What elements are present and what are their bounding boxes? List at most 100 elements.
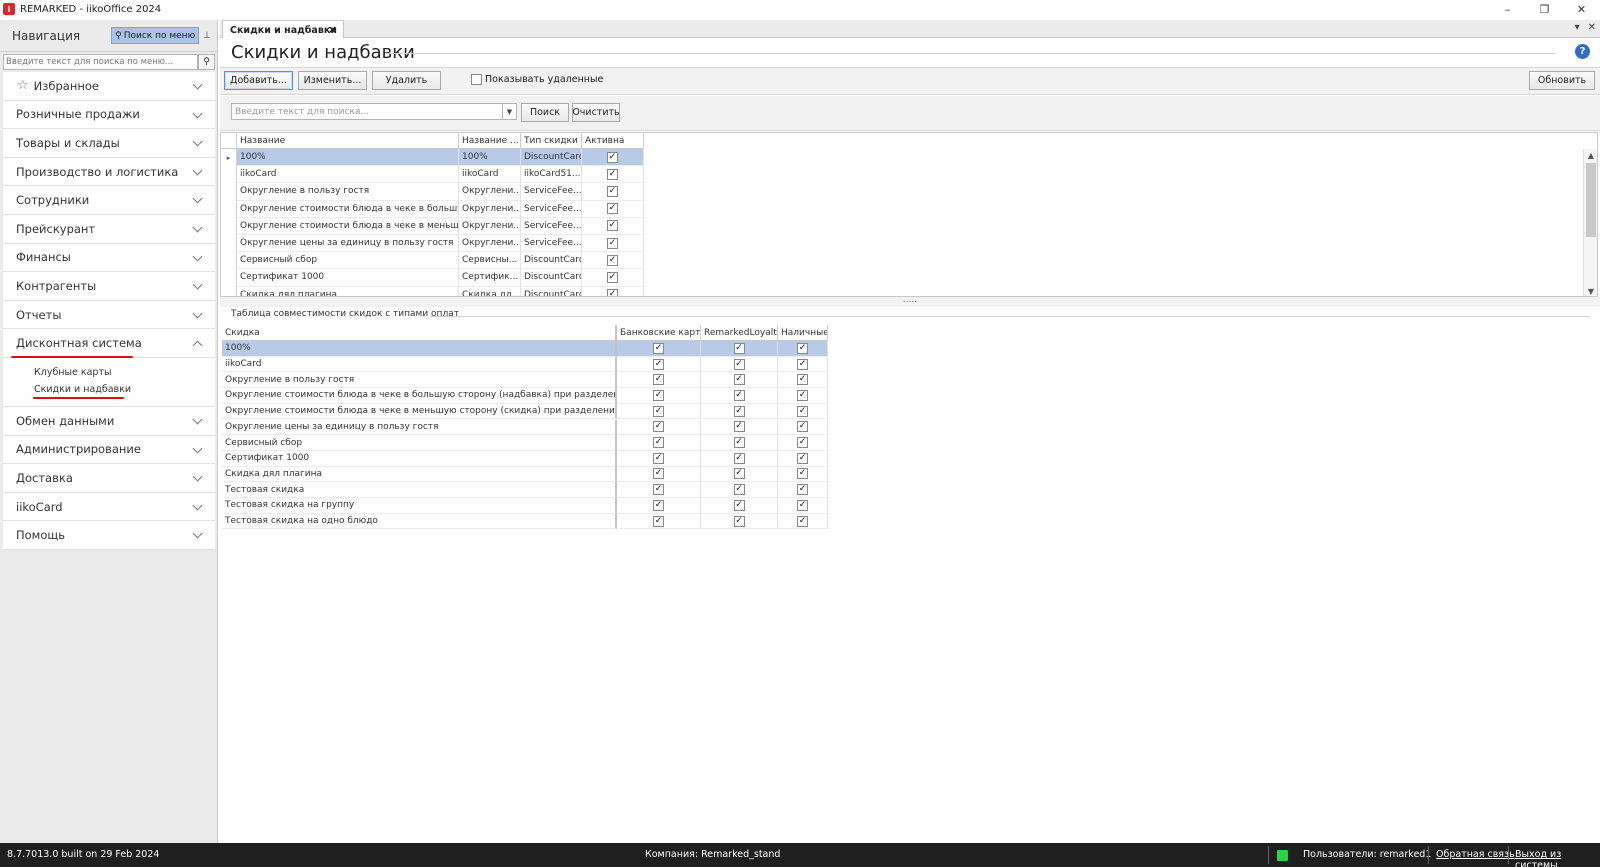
active-checkbox[interactable]: ✓ xyxy=(607,220,618,232)
payment-compat-checkbox[interactable]: ✓ xyxy=(653,405,664,417)
payment-compat-checkbox[interactable]: ✓ xyxy=(797,499,808,511)
feedback-link[interactable]: Обратная связь xyxy=(1436,849,1515,860)
payment-compat-checkbox[interactable]: ✓ xyxy=(797,389,808,401)
active-checkbox[interactable]: ✓ xyxy=(607,151,618,163)
payment-compat-checkbox[interactable]: ✓ xyxy=(653,452,664,464)
nav-search-button[interactable]: ⚲ xyxy=(198,54,215,70)
payment-compat-checkbox[interactable]: ✓ xyxy=(733,468,745,480)
payment-compat-checkbox[interactable]: ✓ xyxy=(653,468,664,480)
active-checkbox[interactable]: ✓ xyxy=(607,185,618,197)
nav-item-14[interactable]: Помощь xyxy=(3,521,215,550)
nav-item-0[interactable]: ☆ Избранное xyxy=(3,72,215,101)
payment-compat-checkbox[interactable]: ✓ xyxy=(797,437,808,449)
restore-button[interactable]: ❐ xyxy=(1526,0,1563,18)
add-button[interactable]: Добавить... xyxy=(224,71,293,90)
table-row[interactable]: Округление в пользу гостя Округлени... Ser… xyxy=(221,183,644,201)
payment-compat-checkbox[interactable]: ✓ xyxy=(653,374,664,386)
search-input[interactable]: Введите текст для поиска... ▼ xyxy=(231,103,517,120)
column-header[interactable]: Банковские карты xyxy=(617,325,701,341)
payment-compat-checkbox[interactable]: ✓ xyxy=(797,374,808,386)
payment-compat-checkbox[interactable]: ✓ xyxy=(797,358,808,370)
chevron-down-icon[interactable]: ▼ xyxy=(502,104,516,119)
column-header[interactable]: Название ... xyxy=(459,133,521,149)
table-row[interactable]: Округление в пользу гостя ✓ ✓ ✓ xyxy=(222,372,828,389)
payment-compat-checkbox[interactable]: ✓ xyxy=(733,342,745,354)
payment-compat-checkbox[interactable]: ✓ xyxy=(733,437,745,449)
payment-compat-checkbox[interactable]: ✓ xyxy=(653,437,664,449)
payment-compat-checkbox[interactable]: ✓ xyxy=(733,452,745,464)
clear-button[interactable]: Очистить xyxy=(572,103,620,122)
nav-item-12[interactable]: Доставка xyxy=(3,464,215,493)
column-header[interactable]: Тип скидки xyxy=(521,133,582,149)
payment-compat-checkbox[interactable]: ✓ xyxy=(733,499,745,511)
payment-compat-checkbox[interactable]: ✓ xyxy=(733,405,745,417)
close-icon[interactable]: ✕ xyxy=(1588,22,1596,33)
active-checkbox[interactable]: ✓ xyxy=(607,271,618,283)
table-row[interactable]: Тестовая скидка на одно блюдо ✓ ✓ ✓ xyxy=(222,513,828,530)
table-row[interactable]: iikoCard ✓ ✓ ✓ xyxy=(222,356,828,373)
nav-item-6[interactable]: Финансы xyxy=(3,243,215,273)
payment-compat-checkbox[interactable]: ✓ xyxy=(797,421,808,433)
payment-compat-checkbox[interactable]: ✓ xyxy=(797,468,808,480)
column-header[interactable]: Наличные xyxy=(778,325,828,341)
table-row[interactable]: Округление стоимости блюда в чеке в мень… xyxy=(221,217,644,235)
nav-search-input[interactable] xyxy=(3,54,198,70)
table-row[interactable]: Скидка дял плагина ✓ ✓ ✓ xyxy=(222,466,828,483)
active-checkbox[interactable]: ✓ xyxy=(607,289,618,296)
active-checkbox[interactable]: ✓ xyxy=(607,168,618,180)
table-row[interactable]: Сервисный сбор Сервисны... DiscountCard ✓ xyxy=(221,252,644,270)
table-row[interactable]: Сертификат 1000 ✓ ✓ ✓ xyxy=(222,450,828,467)
help-icon[interactable]: ? xyxy=(1575,44,1590,59)
column-header[interactable]: Название xyxy=(237,133,459,149)
table-row[interactable]: ▸ 100% 100% DiscountCard ✓ xyxy=(221,149,644,167)
nav-item-3[interactable]: Производство и логистика xyxy=(3,157,215,187)
scroll-up-icon[interactable]: ▲ xyxy=(1584,149,1597,161)
table-row[interactable]: Округление цены за единицу в пользу гост… xyxy=(221,235,644,253)
scroll-down-icon[interactable]: ▼ xyxy=(1584,285,1597,296)
payment-compat-checkbox[interactable]: ✓ xyxy=(653,515,664,527)
payment-compat-checkbox[interactable]: ✓ xyxy=(733,389,745,401)
panel-splitter[interactable]: ..... xyxy=(220,296,1600,307)
nav-item-13[interactable]: iikoCard xyxy=(3,492,215,522)
close-window-button[interactable]: ✕ xyxy=(1563,0,1600,18)
search-button[interactable]: Поиск xyxy=(521,103,569,122)
active-checkbox[interactable]: ✓ xyxy=(607,254,618,266)
edit-button[interactable]: Изменить... xyxy=(298,71,367,90)
table-row[interactable]: iikoCard iikoCard iikoCard51... ✓ xyxy=(221,166,644,184)
nav-item-2[interactable]: Товары и склады xyxy=(3,129,215,158)
table-row[interactable]: Округление стоимости блюда в чеке в боль… xyxy=(221,200,644,218)
table-row[interactable]: Округление стоимости блюда в чеке в боль… xyxy=(222,388,828,404)
nav-item-4[interactable]: Сотрудники xyxy=(3,186,215,215)
payment-compat-checkbox[interactable]: ✓ xyxy=(653,358,664,370)
table-row[interactable]: Сервисный сбор ✓ ✓ ✓ xyxy=(222,435,828,451)
payment-compat-checkbox[interactable]: ✓ xyxy=(797,405,808,417)
tab-discounts[interactable]: Скидки и надбавки × xyxy=(222,20,344,39)
table-row[interactable]: 100% ✓ ✓ ✓ xyxy=(222,341,828,357)
payment-compat-checkbox[interactable]: ✓ xyxy=(653,421,664,433)
nav-item-9[interactable]: Дисконтная система xyxy=(3,329,215,359)
payment-compat-checkbox[interactable]: ✓ xyxy=(733,484,745,496)
payment-compat-checkbox[interactable]: ✓ xyxy=(733,374,745,386)
nav-item-10[interactable]: Обмен данными xyxy=(3,406,215,436)
payment-compat-checkbox[interactable]: ✓ xyxy=(797,452,808,464)
payment-compat-checkbox[interactable]: ✓ xyxy=(653,484,664,496)
table-row[interactable]: Скидка дял плагина Скидка дл... DiscountCa… xyxy=(221,286,644,296)
minimize-button[interactable]: – xyxy=(1489,0,1526,18)
column-header[interactable]: Скидка xyxy=(222,325,617,341)
refresh-button[interactable]: Обновить xyxy=(1529,71,1595,90)
table-row[interactable]: Тестовая скидка на группу ✓ ✓ ✓ xyxy=(222,498,828,514)
table-row[interactable]: Округление цены за единицу в пользу гост… xyxy=(222,419,828,436)
payment-compat-checkbox[interactable]: ✓ xyxy=(733,358,745,370)
nav-item-7[interactable]: Контрагенты xyxy=(3,272,215,301)
active-checkbox[interactable]: ✓ xyxy=(607,203,618,215)
delete-button[interactable]: Удалить xyxy=(372,71,441,90)
payment-compat-checkbox[interactable]: ✓ xyxy=(653,342,664,354)
column-header[interactable]: RemarkedLoyalty xyxy=(701,325,778,341)
nav-item-8[interactable]: Отчеты xyxy=(3,300,215,330)
scrollbar-thumb[interactable] xyxy=(1586,163,1596,237)
payment-compat-checkbox[interactable]: ✓ xyxy=(653,389,664,401)
payment-compat-checkbox[interactable]: ✓ xyxy=(797,342,808,354)
table-row[interactable]: Сертификат 1000 Сертифик... DiscountCard ✓ xyxy=(221,269,644,287)
payment-compat-checkbox[interactable]: ✓ xyxy=(797,515,808,527)
table-row[interactable]: Тестовая скидка ✓ ✓ ✓ xyxy=(222,482,828,498)
